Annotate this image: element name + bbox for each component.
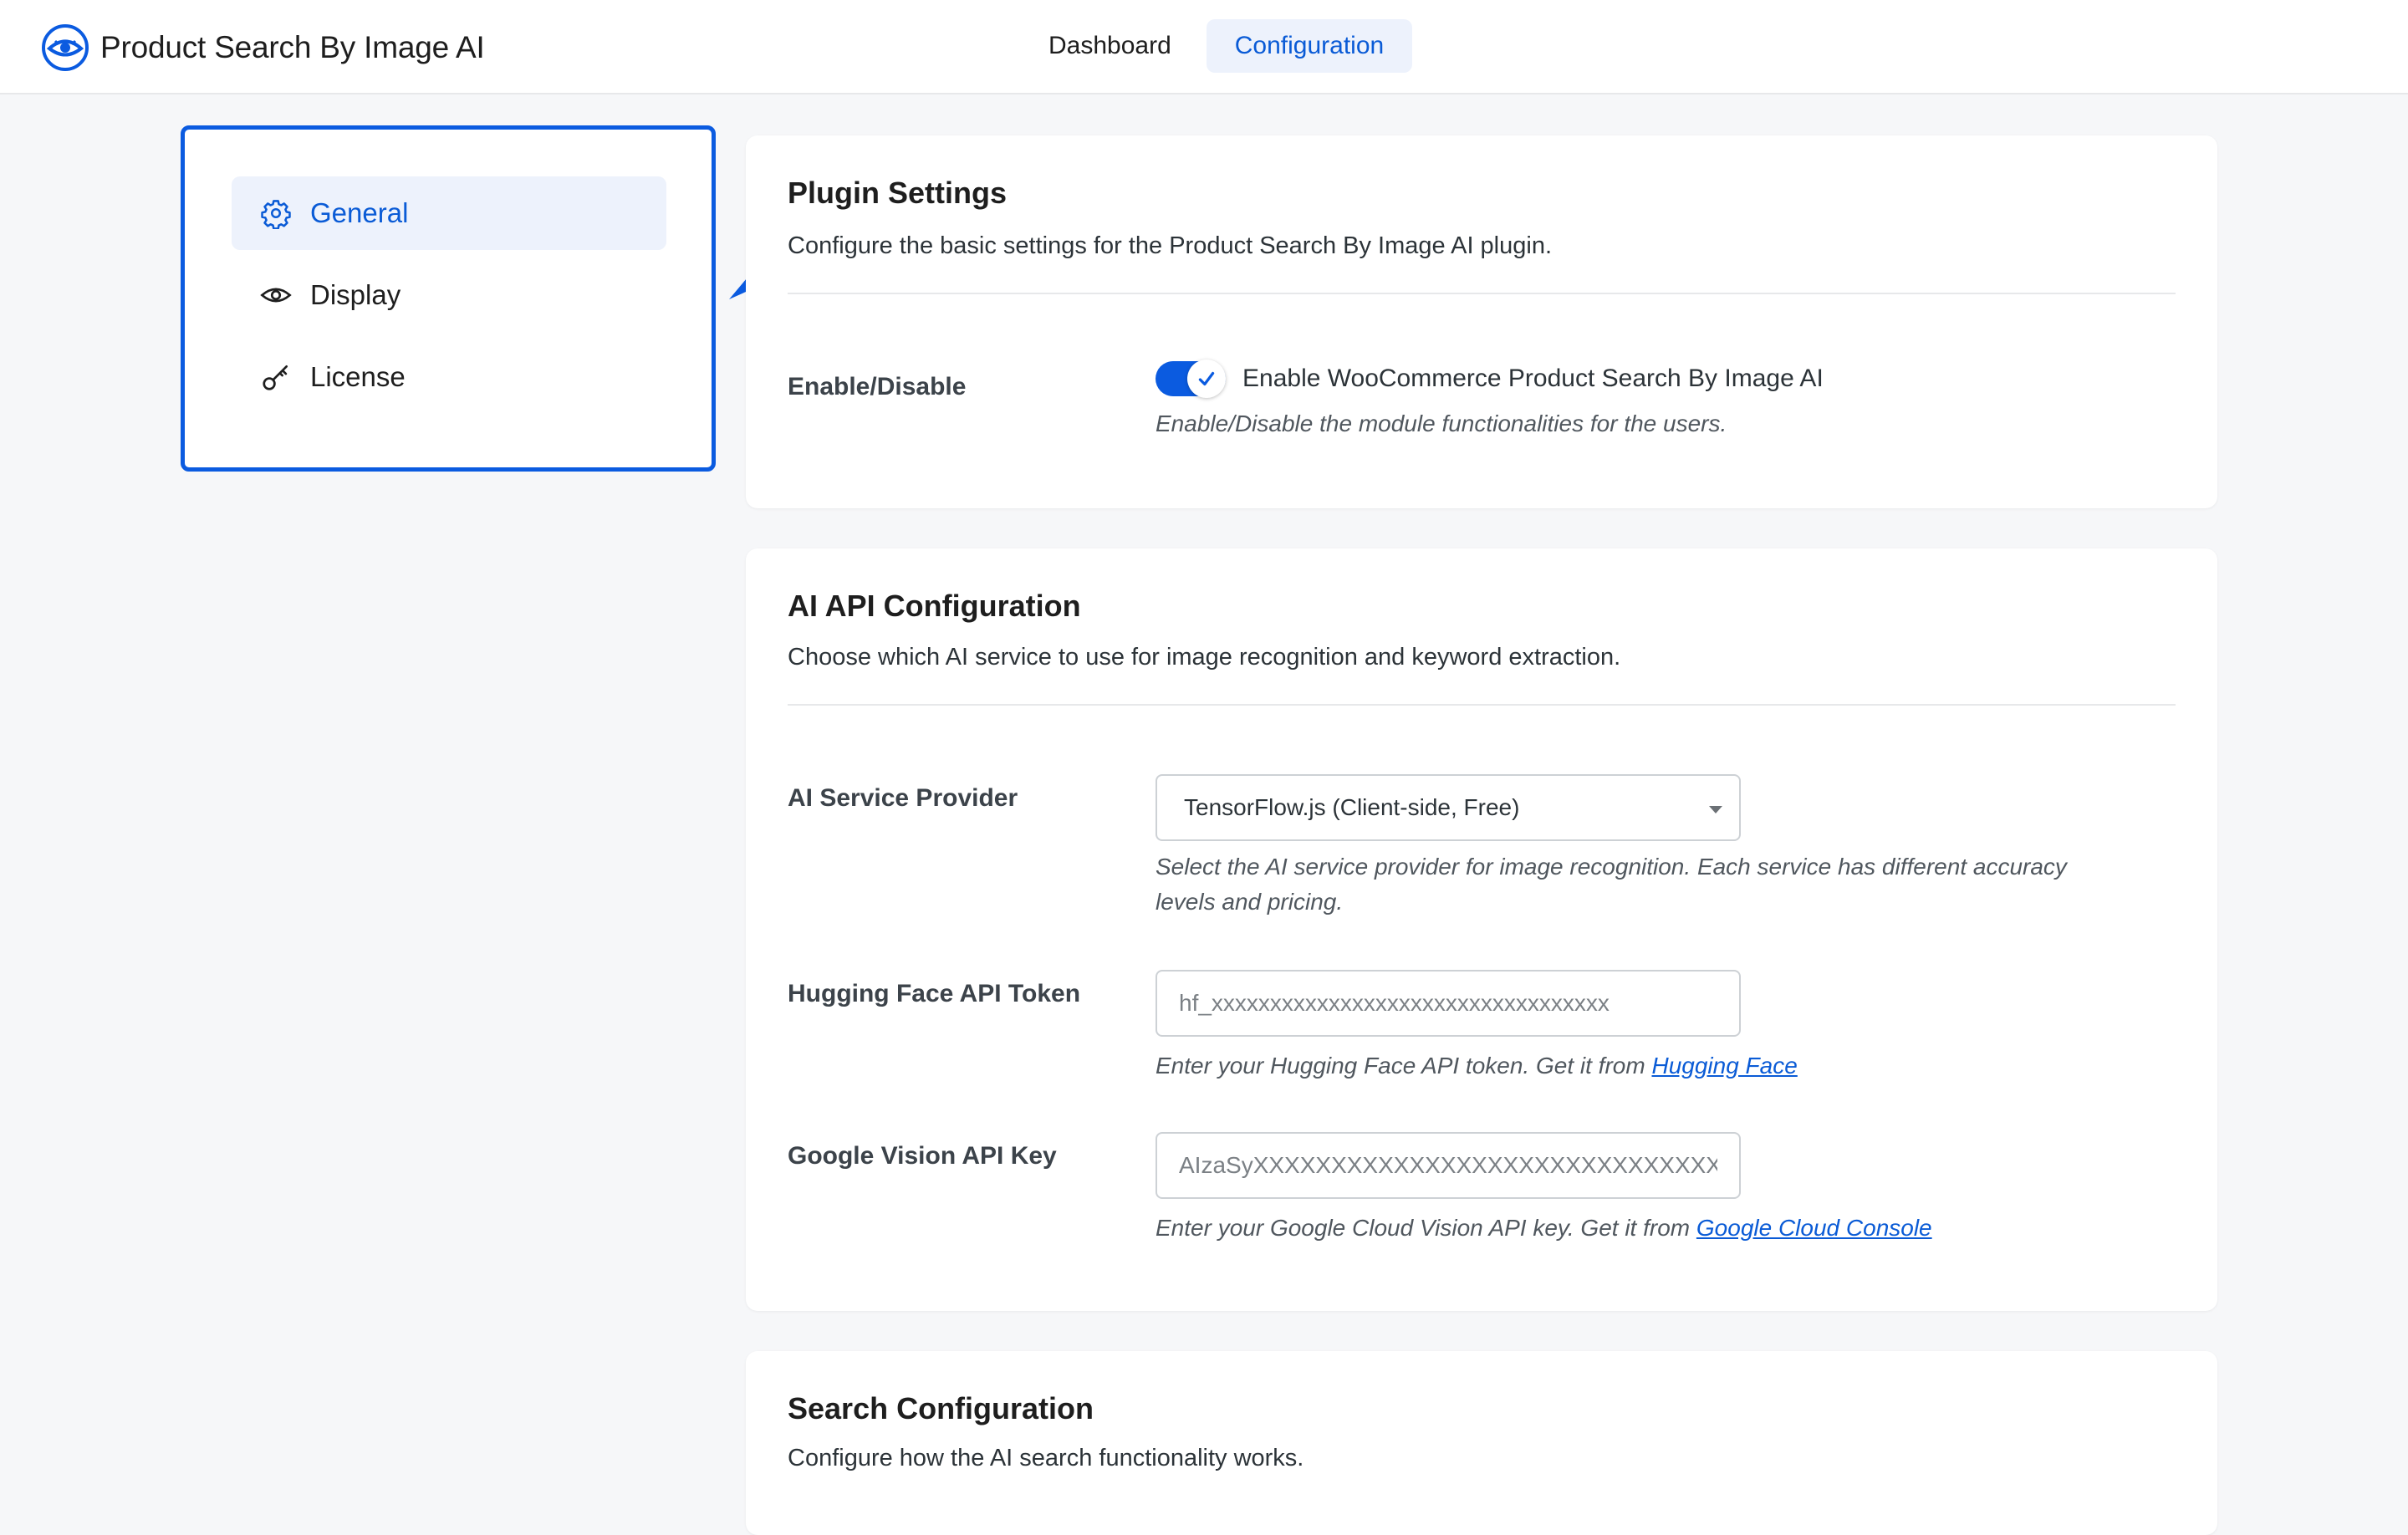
chevron-down-icon — [1709, 806, 1722, 813]
sidebar-item-display[interactable]: Display — [232, 258, 666, 332]
eye-icon — [260, 288, 292, 303]
top-bar: Product Search By Image AI Dashboard Con… — [0, 0, 2408, 94]
ai-provider-help-text: Select the AI service provider for image… — [1156, 849, 2067, 920]
section-description: Choose which AI service to use for image… — [788, 644, 1621, 671]
brand: Product Search By Image AI — [40, 18, 485, 77]
help-text: Enter your Hugging Face API token. Get i… — [1156, 1053, 1652, 1079]
help-line: Select the AI service provider for image… — [1156, 854, 2067, 880]
section-description: Configure the basic settings for the Pro… — [788, 232, 1553, 259]
google-cloud-console-link[interactable]: Google Cloud Console — [1696, 1215, 1932, 1241]
section-title: Plugin Settings — [788, 176, 1008, 210]
ai-api-card: AI API Configuration Choose which AI ser… — [746, 548, 2217, 1311]
enable-disable-label: Enable/Disable — [788, 373, 967, 400]
ai-provider-select[interactable]: TensorFlow.js (Client-side, Free) — [1156, 774, 1741, 841]
hugging-face-link[interactable]: Hugging Face — [1651, 1053, 1797, 1079]
plugin-settings-card: Plugin Settings Configure the basic sett… — [746, 135, 2217, 508]
tab-dashboard[interactable]: Dashboard — [1020, 19, 1200, 73]
enable-toggle-label[interactable]: Enable WooCommerce Product Search By Ima… — [1242, 365, 1824, 393]
hf-token-label: Hugging Face API Token — [788, 980, 1081, 1007]
key-icon — [263, 365, 288, 390]
enable-toggle[interactable] — [1156, 360, 1226, 398]
hf-token-input[interactable] — [1156, 970, 1741, 1037]
gear-icon — [261, 200, 291, 229]
help-line: levels and pricing. — [1156, 889, 1344, 915]
sidebar-item-label: General — [310, 197, 409, 228]
toggle-knob — [1187, 360, 1226, 398]
sidebar-item-label: Display — [310, 279, 401, 310]
top-nav: Dashboard Configuration — [1020, 19, 1413, 73]
google-vision-help-text: Enter your Google Cloud Vision API key. … — [1156, 1211, 1932, 1246]
section-title: AI API Configuration — [788, 589, 1081, 623]
divider — [788, 704, 2176, 706]
app-title: Product Search By Image AI — [100, 30, 485, 64]
section-description: Configure how the AI search functionalit… — [788, 1445, 1304, 1471]
sidebar-item-general[interactable]: General — [232, 176, 666, 250]
sidebar-item-label: License — [310, 361, 406, 392]
sidebar-item-license[interactable]: License — [232, 340, 666, 414]
hf-help-text: Enter your Hugging Face API token. Get i… — [1156, 1048, 1798, 1084]
section-title: Search Configuration — [788, 1391, 1094, 1425]
ai-provider-label: AI Service Provider — [788, 784, 1018, 812]
enable-help-text: Enable/Disable the module functionalitie… — [1156, 411, 1727, 436]
help-text: Enter your Google Cloud Vision API key. … — [1156, 1215, 1696, 1241]
google-vision-label: Google Vision API Key — [788, 1142, 1057, 1170]
eye-search-icon — [42, 24, 89, 71]
google-vision-input[interactable] — [1156, 1132, 1741, 1199]
divider — [788, 293, 2176, 294]
check-icon — [1198, 371, 1215, 386]
tab-configuration[interactable]: Configuration — [1206, 19, 1413, 73]
ai-provider-value: TensorFlow.js (Client-side, Free) — [1184, 794, 1520, 820]
settings-sidebar: General Display License — [181, 125, 716, 472]
search-config-card: Search Configuration Configure how the A… — [746, 1351, 2217, 1535]
